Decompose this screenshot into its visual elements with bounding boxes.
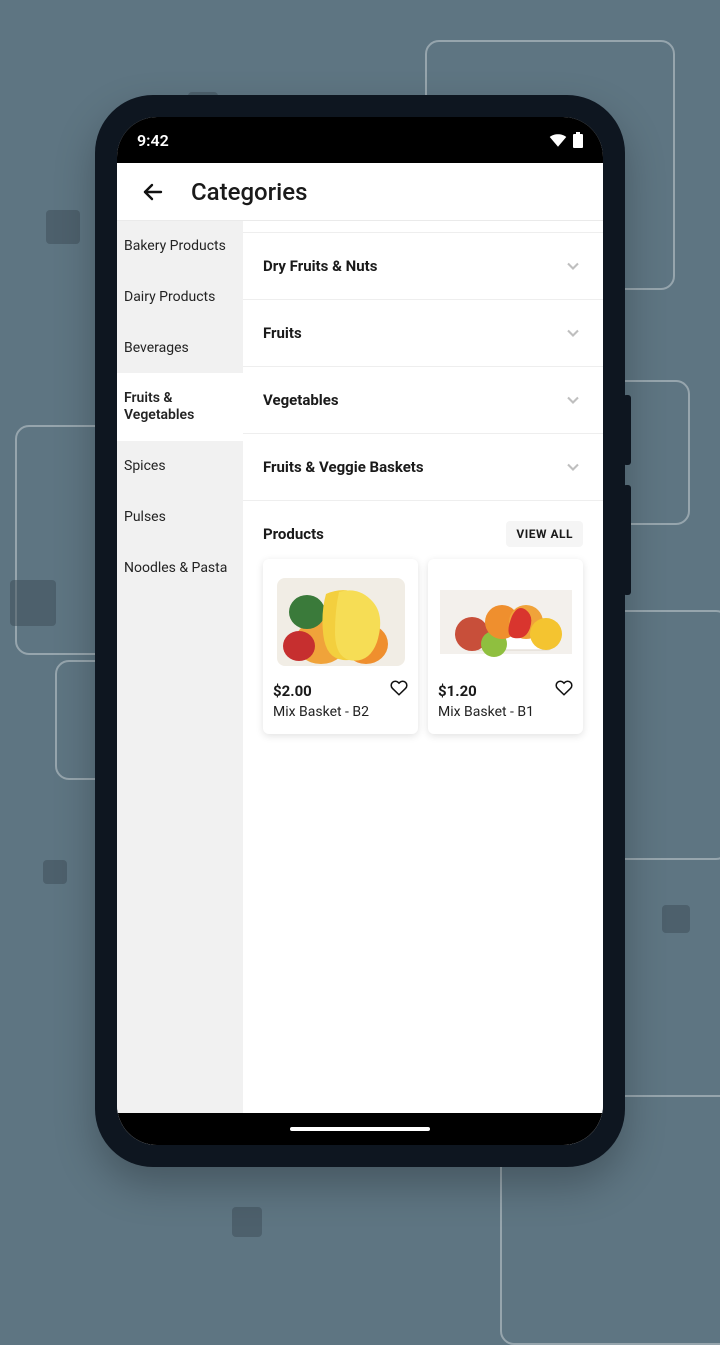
bg-decor: [232, 1207, 262, 1237]
sidebar-item-pulses[interactable]: Pulses: [117, 492, 243, 543]
product-card[interactable]: $2.00 Mix Basket - B2: [263, 559, 418, 734]
accordion-label: Vegetables: [263, 391, 339, 409]
product-meta: $2.00 Mix Basket - B2: [263, 682, 418, 734]
accordion-fruits[interactable]: Fruits: [243, 300, 603, 367]
bg-decor: [43, 860, 67, 884]
chevron-down-icon: [563, 323, 583, 343]
sidebar-item-beverages[interactable]: Beverages: [117, 323, 243, 374]
heart-icon: [555, 679, 573, 697]
status-time: 9:42: [137, 131, 169, 150]
sidebar-item-bakery[interactable]: Bakery Products: [117, 221, 243, 272]
chevron-down-icon: [563, 256, 583, 276]
sidebar-item-noodles-pasta[interactable]: Noodles & Pasta: [117, 543, 243, 594]
arrow-left-icon: [141, 180, 165, 204]
battery-icon: [573, 132, 583, 148]
wifi-icon: [549, 133, 567, 147]
bg-decor: [662, 905, 690, 933]
product-name: Mix Basket - B2: [273, 704, 408, 720]
heart-icon: [390, 679, 408, 697]
sidebar-item-spices[interactable]: Spices: [117, 441, 243, 492]
page-title: Categories: [191, 178, 307, 206]
product-image: [263, 569, 418, 674]
accordion-vegetables[interactable]: Vegetables: [243, 367, 603, 434]
phone-button: [623, 395, 631, 465]
product-name: Mix Basket - B1: [438, 704, 573, 720]
chevron-down-icon: [563, 390, 583, 410]
favorite-button[interactable]: [555, 679, 573, 701]
accordion-label: Fruits: [263, 324, 302, 342]
back-button[interactable]: [133, 172, 173, 212]
product-meta: $1.20 Mix Basket - B1: [428, 682, 583, 734]
chevron-down-icon: [563, 457, 583, 477]
main-panel[interactable]: Dry Fruits & Nuts Fruits Vegetables Frui…: [243, 221, 603, 1145]
phone-frame: 9:42 Categories Bakery Products Dairy Pr…: [95, 95, 625, 1167]
phone-screen: 9:42 Categories Bakery Products Dairy Pr…: [117, 117, 603, 1145]
nav-handle[interactable]: [290, 1127, 430, 1131]
accordion-label: Fruits & Veggie Baskets: [263, 458, 424, 476]
android-nav-bar: [117, 1113, 603, 1145]
favorite-button[interactable]: [390, 679, 408, 701]
app-bar: Categories: [117, 163, 603, 221]
product-price: $2.00: [273, 682, 408, 700]
bg-decor: [10, 580, 56, 626]
status-icons: [549, 132, 583, 148]
accordion-dry-fruits[interactable]: Dry Fruits & Nuts: [243, 233, 603, 300]
products-header: Products VIEW ALL: [243, 501, 603, 559]
sidebar-item-fruits-vegetables[interactable]: Fruits & Vegetables: [117, 373, 243, 441]
panel-top-divider: [243, 221, 603, 233]
product-list: $2.00 Mix Basket - B2: [243, 559, 603, 754]
accordion-label: Dry Fruits & Nuts: [263, 257, 377, 275]
bg-decor: [46, 210, 80, 244]
content: Bakery Products Dairy Products Beverages…: [117, 221, 603, 1145]
sidebar[interactable]: Bakery Products Dairy Products Beverages…: [117, 221, 243, 1145]
product-card[interactable]: $1.20 Mix Basket - B1: [428, 559, 583, 734]
product-price: $1.20: [438, 682, 573, 700]
status-bar: 9:42: [117, 117, 603, 163]
phone-button: [623, 485, 631, 595]
product-image: [428, 569, 583, 674]
products-title: Products: [263, 525, 324, 543]
view-all-button[interactable]: VIEW ALL: [506, 521, 583, 547]
accordion-baskets[interactable]: Fruits & Veggie Baskets: [243, 434, 603, 501]
sidebar-item-dairy[interactable]: Dairy Products: [117, 272, 243, 323]
